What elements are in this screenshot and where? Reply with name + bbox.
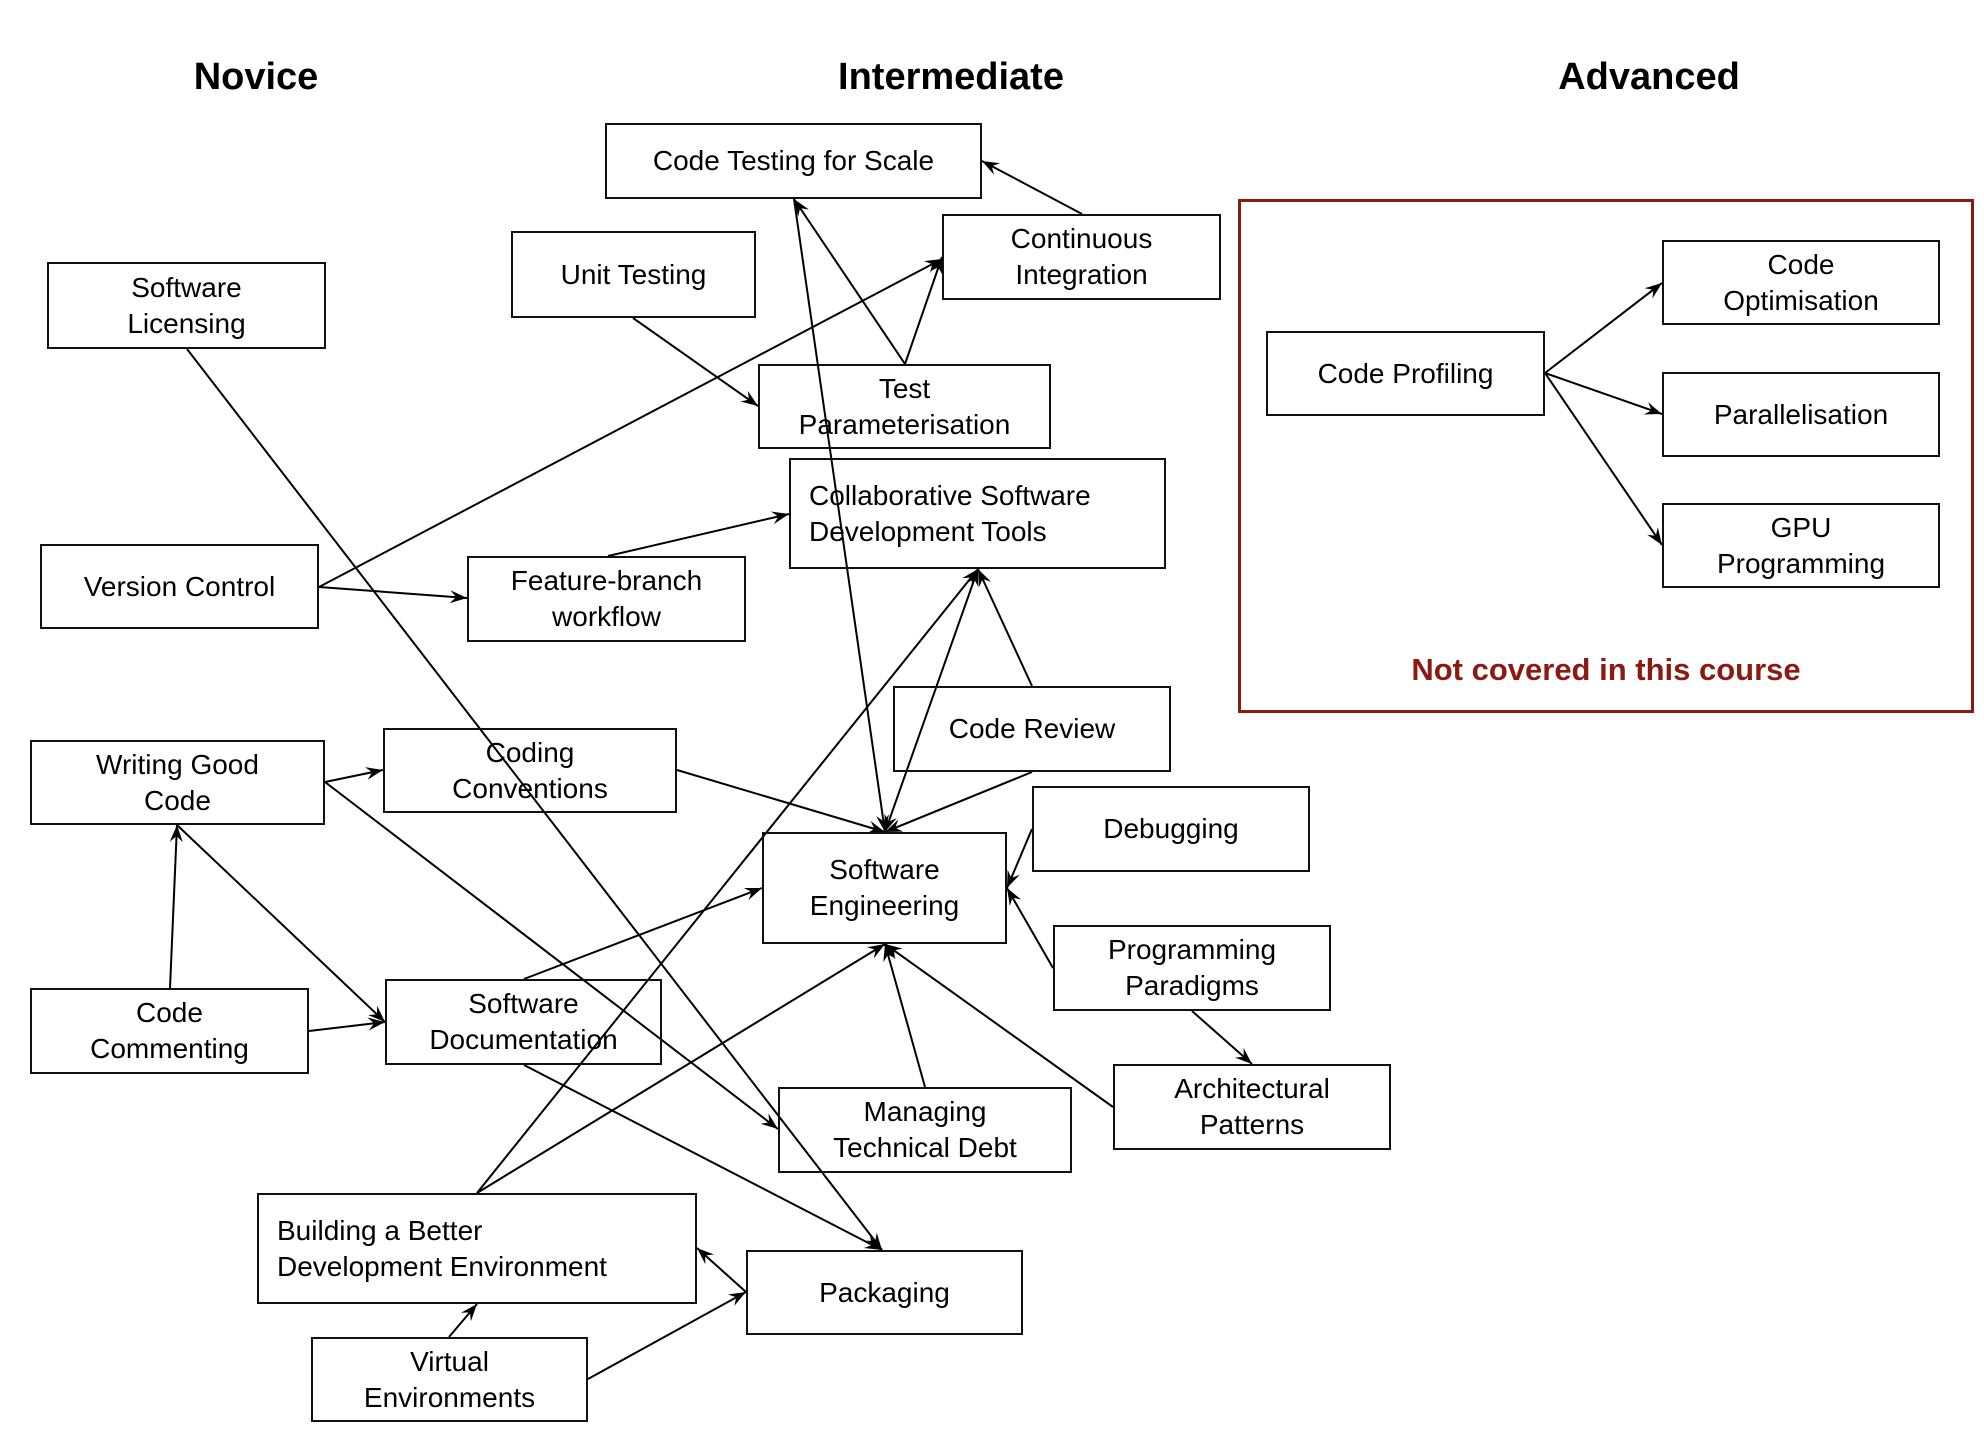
- node-coding-conventions[interactable]: Coding Conventions: [383, 728, 677, 813]
- node-writing-good-code[interactable]: Writing Good Code: [30, 740, 325, 825]
- node-architectural-patterns[interactable]: Architectural Patterns: [1113, 1064, 1391, 1150]
- node-code-commenting[interactable]: Code Commenting: [30, 988, 309, 1074]
- node-label: Code Testing for Scale: [652, 145, 935, 176]
- node-code-optimisation[interactable]: Code Optimisation: [1662, 240, 1940, 325]
- node-label: Debugging: [1103, 813, 1239, 844]
- edge-version-control-to-feature-branch: [318, 586, 468, 599]
- node-label: Code Optimisation: [1723, 248, 1879, 316]
- node-virtual-envs[interactable]: Virtual Environments: [311, 1337, 588, 1422]
- node-managing-tech-debt[interactable]: Managing Technical Debt: [778, 1087, 1072, 1173]
- node-software-engineering[interactable]: Software Engineering: [762, 832, 1007, 944]
- node-label: Software Engineering: [809, 854, 960, 921]
- arrowhead-icon: [1007, 888, 1022, 906]
- node-label: Code Commenting: [90, 997, 249, 1064]
- node-label: Test Parameterisation: [798, 372, 1011, 440]
- node-label: Virtual Environments: [363, 1345, 536, 1413]
- node-software-licensing[interactable]: Software Licensing: [47, 262, 326, 349]
- edge-feature-branch-to-collab-tools: [607, 513, 790, 557]
- node-software-documentation[interactable]: Software Documentation: [385, 979, 662, 1065]
- node-label: Collaborative Software Development Tools: [809, 479, 1091, 547]
- node-continuous-integration[interactable]: Continuous Integration: [942, 214, 1221, 300]
- node-label: Packaging: [819, 1276, 950, 1308]
- learning-pathway-diagram: Novice Intermediate Advanced Not covered…: [0, 0, 1984, 1448]
- node-unit-testing[interactable]: Unit Testing: [511, 231, 756, 318]
- node-packaging[interactable]: Packaging: [746, 1250, 1023, 1335]
- edge-coding-conventions-to-software-engineering: [676, 769, 886, 833]
- node-collab-tools[interactable]: Collaborative Software Development Tools: [789, 458, 1166, 569]
- edge-unit-testing-to-test-parameterisation: [632, 317, 759, 407]
- node-version-control[interactable]: Version Control: [40, 544, 319, 629]
- node-label: Architectural Patterns: [1174, 1073, 1330, 1140]
- column-title-novice: Novice: [193, 56, 319, 98]
- arrowhead-icon: [740, 390, 758, 406]
- arrowhead-icon: [727, 1292, 746, 1306]
- node-label: Parallelisation: [1713, 398, 1889, 430]
- node-label: Software Documentation: [429, 988, 618, 1055]
- arrowhead-icon: [982, 161, 1001, 175]
- node-label: Unit Testing: [560, 258, 707, 290]
- node-label: Building a Better Development Environmen…: [277, 1214, 607, 1282]
- edge-writing-good-code-to-managing-tech-debt: [324, 781, 779, 1130]
- node-feature-branch[interactable]: Feature-branch workflow: [467, 556, 746, 642]
- edge-continuous-integration-to-code-testing-scale: [981, 160, 1083, 215]
- node-label: Managing Technical Debt: [833, 1096, 1017, 1163]
- node-label: GPU Programming: [1716, 511, 1886, 579]
- node-label: Version Control: [83, 570, 276, 602]
- node-code-profiling[interactable]: Code Profiling: [1266, 331, 1545, 416]
- node-label: Code Review: [948, 713, 1116, 744]
- node-label: Software Licensing: [127, 271, 246, 339]
- edge-code-review-to-collab-tools: [977, 568, 1033, 687]
- node-code-testing-scale[interactable]: Code Testing for Scale: [605, 123, 982, 199]
- edge-virtual-envs-to-packaging: [587, 1291, 747, 1380]
- edge-managing-tech-debt-to-software-engineering: [884, 943, 926, 1088]
- edge-programming-paradigms-to-architectural-patterns: [1191, 1010, 1253, 1065]
- node-label: Feature-branch workflow: [510, 565, 703, 632]
- node-label: Continuous Integration: [1010, 223, 1153, 290]
- edge-test-parameterisation-to-code-testing-scale: [793, 198, 906, 365]
- node-label: Writing Good Code: [96, 748, 259, 816]
- edge-test-parameterisation-to-continuous-integration: [904, 256, 943, 365]
- node-label: Code Profiling: [1317, 357, 1494, 389]
- node-test-parameterisation[interactable]: Test Parameterisation: [758, 364, 1051, 449]
- column-title-advanced: Advanced: [1558, 56, 1740, 98]
- column-title-intermediate: Intermediate: [838, 56, 1064, 98]
- node-programming-paradigms[interactable]: Programming Paradigms: [1053, 925, 1331, 1011]
- node-better-dev-env[interactable]: Building a Better Development Environmen…: [257, 1193, 697, 1304]
- node-parallelisation[interactable]: Parallelisation: [1662, 372, 1940, 457]
- node-gpu-programming[interactable]: GPU Programming: [1662, 503, 1940, 588]
- node-code-review[interactable]: Code Review: [893, 686, 1171, 772]
- arrowhead-icon: [867, 944, 885, 959]
- node-debugging[interactable]: Debugging: [1032, 786, 1310, 872]
- edge-programming-paradigms-to-software-engineering: [1006, 887, 1054, 969]
- arrowhead-icon: [760, 1113, 778, 1129]
- node-label: Coding Conventions: [452, 736, 608, 804]
- out-of-scope-label: Not covered in this course: [1411, 652, 1801, 687]
- node-label: Programming Paradigms: [1107, 934, 1277, 1001]
- edge-software-documentation-to-software-engineering: [523, 887, 763, 980]
- edge-code-commenting-to-writing-good-code: [169, 824, 178, 989]
- edge-code-review-to-software-engineering: [884, 771, 1033, 833]
